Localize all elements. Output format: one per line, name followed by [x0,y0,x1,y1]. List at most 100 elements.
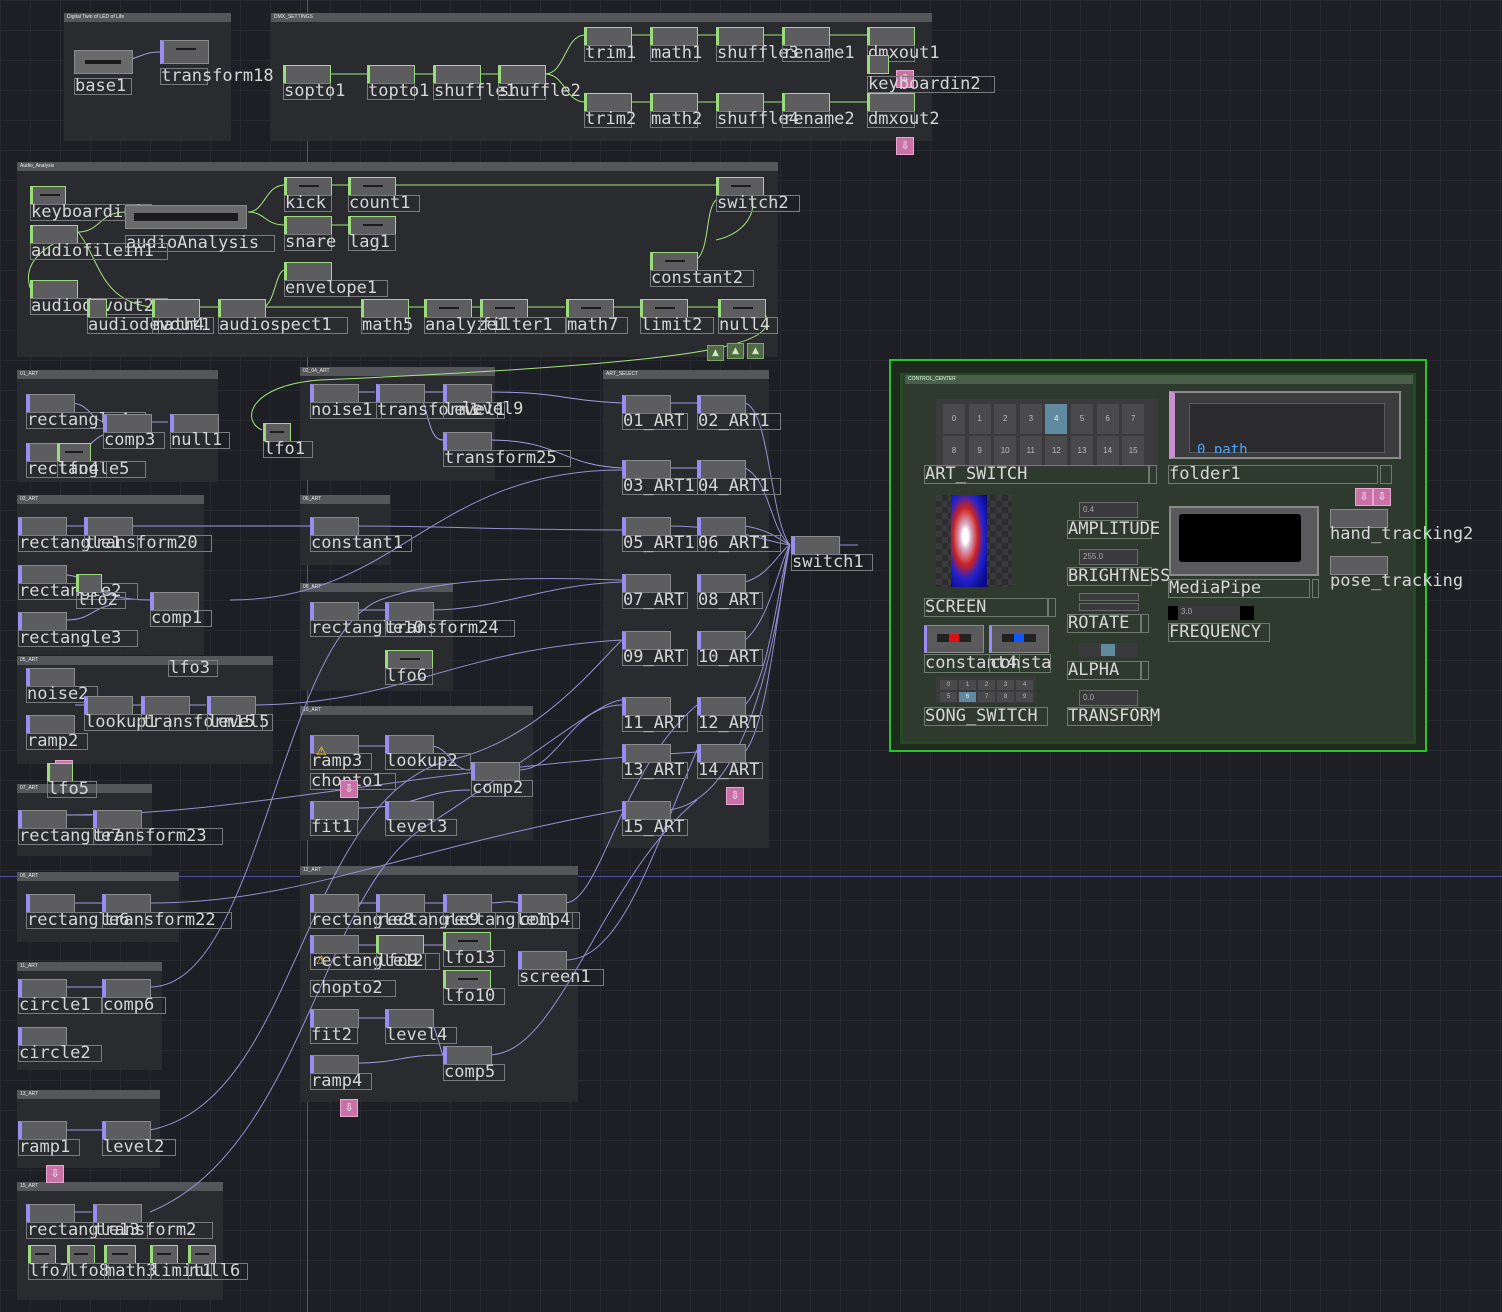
frequency-slider[interactable]: 3.0 [1168,606,1254,620]
operator-trim1[interactable]: trim1 [584,27,636,75]
operator-comp2[interactable]: comp2 [471,762,533,810]
song-switch-button[interactable]: 7 [977,691,996,703]
operator-lfo10[interactable]: lfo10 [443,970,505,1018]
alpha-slider[interactable] [1079,643,1137,657]
operator-transform20[interactable]: transform20 [84,517,212,565]
alpha-handle[interactable] [1141,661,1149,680]
brightness-field[interactable]: 255.0 [1079,549,1138,565]
art-switch-button[interactable]: 4 [1044,403,1069,435]
operator-level2[interactable]: level2 [102,1121,176,1169]
operator-level9[interactable]: level9 [462,384,523,432]
operator-lookup1[interactable]: lookup1 [84,696,170,744]
operator-transform18[interactable]: transform18 [160,40,274,88]
operator-10-art[interactable]: 10_ART [697,631,763,679]
song-switch-button[interactable]: 3 [996,679,1015,691]
operator-chopto2[interactable]: chopto2 [310,962,396,1010]
art-switch-button[interactable]: 0 [942,403,966,435]
operator-constant1[interactable]: constant1 [310,517,412,565]
art-switch-button[interactable]: 12 [1044,435,1069,467]
operator-comp3[interactable]: comp3 [103,414,165,462]
art-switch-button[interactable]: 13 [1070,435,1094,467]
operator-rename1[interactable]: rename1 [782,27,855,75]
operator-comp1[interactable]: comp1 [150,592,212,640]
mediapipe-handle[interactable] [1312,579,1319,598]
operator-rectangle6[interactable]: rectangle6 [26,894,146,942]
folder-panel[interactable]: 0 path [1169,391,1401,459]
operator-math2[interactable]: math2 [650,93,702,141]
operator-circle2[interactable]: circle2 [18,1027,102,1075]
folder-handle[interactable] [1380,465,1392,484]
operator-base1[interactable]: base1 [74,50,133,98]
operator-audiospect1[interactable]: audiospect1 [218,299,348,347]
operator-transform24[interactable]: transform24 [385,602,515,650]
rotate-slider[interactable] [1079,603,1139,611]
operator-09-art[interactable]: 09_ART [622,631,688,679]
operator-audiodevout2[interactable]: audiodevout2 [30,280,168,328]
operator-lfo9[interactable]: lfo9 [376,935,426,983]
art-switch-button[interactable]: 11 [1018,435,1043,467]
song-switch-button[interactable]: 5 [939,691,958,703]
song-switch-button[interactable]: 4 [1015,679,1034,691]
operator-noise2[interactable]: noise2 [26,668,98,716]
art-switch-button[interactable]: 2 [993,403,1018,435]
operator-shuffle2[interactable]: shuffle2 [498,65,581,113]
operator-07-art[interactable]: 07_ART [622,574,688,622]
export-flag-icon[interactable]: ⇩ [340,1099,358,1117]
operator-sopto1[interactable]: sopto1 [283,65,345,113]
operator-lag1[interactable]: lag1 [348,216,396,264]
constant-b-tile[interactable] [989,625,1049,653]
art-switch-handle[interactable] [1149,465,1157,484]
operator-lfo2[interactable]: lfo2 [76,574,126,622]
screen-preview[interactable] [936,495,1012,587]
operator-ramp2[interactable]: ramp2 [26,715,88,763]
export-flag-icon[interactable]: ⇩ [896,137,914,155]
operator-rectangle1[interactable]: rectangle1 [18,517,138,565]
operator-null4[interactable]: null4 [718,299,778,347]
operator-transform15[interactable]: transform15 [141,696,263,744]
song-switch-button[interactable]: 2 [977,679,996,691]
export-flag-icon[interactable]: ⇩ [340,780,358,798]
rotate-handle[interactable] [1141,614,1149,633]
operator-14-art[interactable]: 14_ART [697,744,763,792]
operator-hand-tracking2[interactable]: hand_tracking2 [1330,509,1473,557]
operator-ramp1[interactable]: ramp1 [18,1121,80,1169]
song-switch-button[interactable]: 9 [1015,691,1034,703]
operator-filter1[interactable]: filter1 [480,299,566,347]
operator-screen1[interactable]: screen1 [518,951,604,999]
operator-analyze1[interactable]: analyze1 [424,299,507,347]
operator-lfo6[interactable]: lfo6 [385,650,433,698]
operator-fit1[interactable]: fit1 [310,801,359,849]
song-switch-button[interactable]: 0 [939,679,958,691]
operator-level3[interactable]: level3 [385,801,457,849]
export-flag-icon[interactable]: ⇩ [726,787,744,805]
art-switch-button[interactable]: 7 [1121,403,1146,435]
operator-audiodevout1[interactable]: audiodevout1 [87,299,211,347]
operator-shuffle1[interactable]: shuffle1 [433,65,516,113]
operator-transform22[interactable]: transform22 [102,894,232,942]
operator-fit2[interactable]: fit2 [310,1009,359,1057]
operator-lfo5[interactable]: lfo5 [47,763,97,811]
arrow-up-icon[interactable]: ▲ [707,345,724,361]
operator-dmxout2[interactable]: dmxout2 [867,93,940,141]
operator-02-art1[interactable]: 02_ART1 [697,395,781,443]
art-switch-button[interactable]: 8 [942,435,966,467]
rotate-sliders[interactable] [1079,593,1139,613]
export-flag-icon[interactable]: ⇩ [1373,488,1391,506]
operator-05-art1[interactable]: 05_ART1 [622,517,706,565]
screen-handle[interactable] [1048,598,1056,617]
operator-math7[interactable]: math7 [566,299,628,347]
operator-08-art[interactable]: 08_ART [697,574,763,622]
operator-switch2[interactable]: switch2 [716,177,800,225]
operator-comp6[interactable]: comp6 [102,979,166,1027]
operator-ramp4[interactable]: ramp4 [310,1055,372,1103]
control-center-panel[interactable]: CONTROL_CENTER 0 1 2 3 4 5 6 7 8 9 10 11 12 13 14 15 AR… [889,359,1473,752]
operator-rename2[interactable]: rename2 [782,93,855,141]
operator-11-art[interactable]: 11_ART [622,697,688,745]
export-flag-icon[interactable]: ⇩ [1355,488,1373,506]
art-switch-button[interactable]: 3 [1018,403,1043,435]
art-switch-button[interactable]: 15 [1121,435,1146,467]
art-switch-button[interactable]: 9 [967,435,992,467]
transform-field[interactable]: 0.0 [1079,690,1138,706]
operator-transform1[interactable]: transform1 [376,384,498,432]
operator-snare[interactable]: snare [284,216,336,264]
